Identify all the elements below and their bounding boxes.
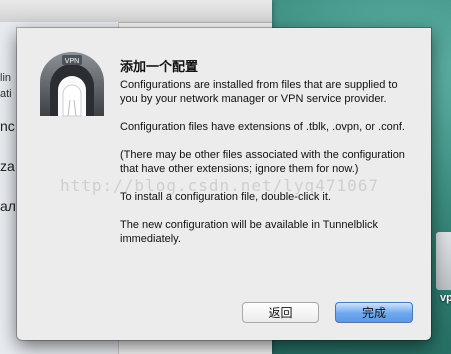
desktop-file-icon[interactable]	[436, 232, 451, 290]
dialog-message: Configurations are installed from files …	[120, 78, 416, 260]
done-button[interactable]: 完成	[335, 302, 413, 323]
dialog-paragraph: Configurations are installed from files …	[120, 79, 398, 105]
background-text-fragment: nc	[0, 118, 15, 134]
tunnelblick-tunnel-icon: VPN	[40, 52, 104, 117]
watermark-text: http://blog.csdn.net/lyq471067	[60, 176, 379, 195]
background-window-titlebar[interactable]	[0, 0, 272, 23]
background-text-fragment: ал	[0, 198, 16, 214]
background-text-fragment: lin	[0, 72, 12, 84]
desktop-file-label[interactable]: vp	[440, 292, 451, 304]
background-text-fragment: zа	[0, 158, 15, 174]
back-button[interactable]: 返回	[242, 302, 319, 323]
dialog-title: 添加一个配置	[120, 60, 199, 75]
dialog-paragraph: Configuration files have extensions of .…	[120, 121, 405, 133]
dialog-paragraph: (There may be other files associated wit…	[120, 149, 405, 175]
vpn-badge-text: VPN	[65, 58, 79, 65]
dialog-paragraph: The new configuration will be available …	[120, 219, 379, 245]
background-text-fragment: ati	[0, 88, 12, 100]
